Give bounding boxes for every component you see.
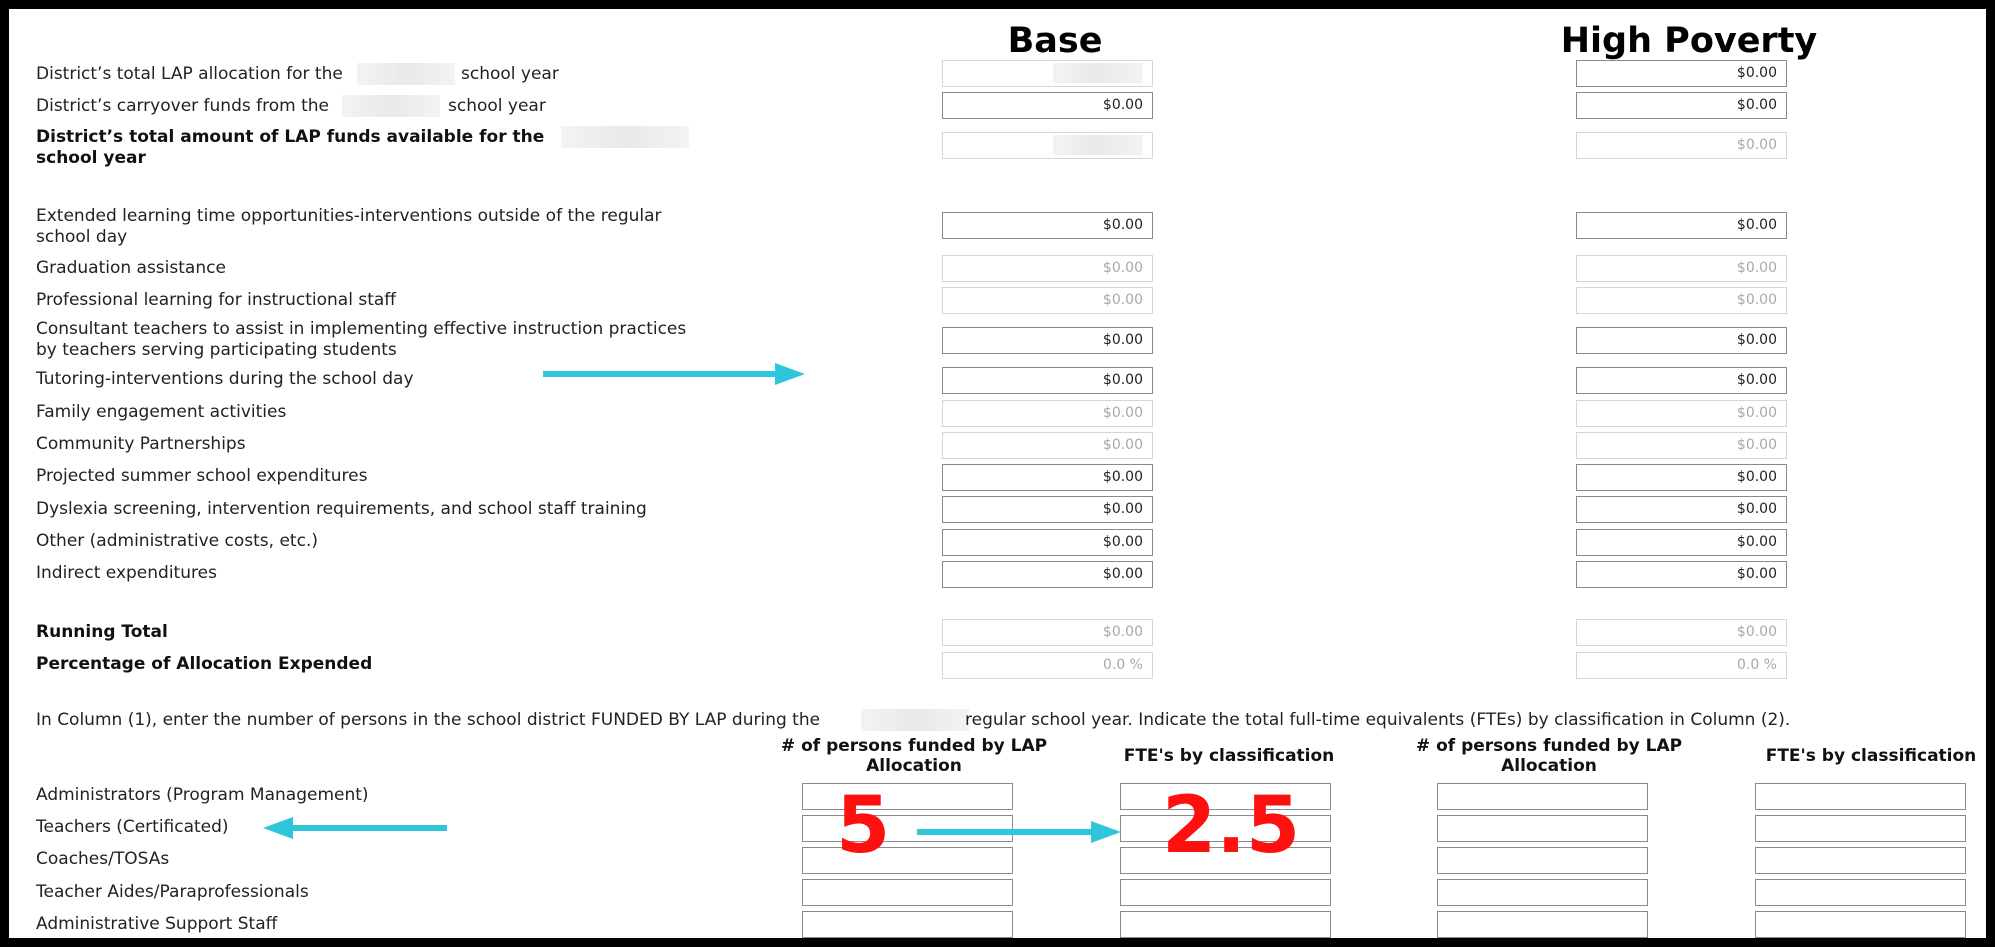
base-dyslexia-field[interactable]: $0.00 <box>942 496 1153 523</box>
hp-fte-input[interactable] <box>1755 815 1966 842</box>
redacted-base-amount <box>1053 135 1143 155</box>
hp-other-field[interactable]: $0.00 <box>1576 529 1787 556</box>
hp-dyslexia-field[interactable]: $0.00 <box>1576 496 1787 523</box>
expense-label: Family engagement activities <box>36 402 287 422</box>
redacted-year <box>861 709 969 731</box>
total-available-label-line2: school year <box>36 148 146 168</box>
total-available-label: District’s total amount of LAP funds ava… <box>36 127 545 147</box>
redacted-year <box>561 126 689 148</box>
expense-label: Consultant teachers to assist in impleme… <box>36 319 687 339</box>
hp-community-partnerships-field: $0.00 <box>1576 432 1787 459</box>
arrow-right-icon <box>775 363 805 385</box>
hp-fte-input[interactable] <box>1755 847 1966 874</box>
hp-tutoring-field[interactable]: $0.00 <box>1576 367 1787 394</box>
base-persons-header: # of persons funded by LAP Allocation <box>780 736 1048 776</box>
base-running-total-field: $0.00 <box>942 619 1153 646</box>
hp-fte-header: FTE's by classification <box>1765 746 1977 766</box>
total-allocation-label-suffix: school year <box>461 64 559 84</box>
expense-label: Community Partnerships <box>36 434 246 454</box>
base-family-engagement-field: $0.00 <box>942 400 1153 427</box>
expense-label: Other (administrative costs, etc.) <box>36 531 318 551</box>
expense-label-line2: school day <box>36 227 128 247</box>
persons-example-number: 5 <box>836 781 891 871</box>
redacted-base-amount <box>1053 63 1143 83</box>
arrow-shaft <box>917 829 1097 835</box>
expense-label-line2: by teachers serving participating studen… <box>36 340 397 360</box>
hp-fte-input[interactable] <box>1755 783 1966 810</box>
fte-row-label: Administrators (Program Management) <box>36 785 369 805</box>
redacted-year <box>342 95 440 117</box>
running-total-label: Running Total <box>36 622 168 642</box>
total-allocation-label: District’s total LAP allocation for the <box>36 64 343 84</box>
base-persons-input[interactable] <box>802 879 1013 906</box>
redacted-year <box>357 63 455 85</box>
base-professional-learning-field: $0.00 <box>942 287 1153 314</box>
hp-fte-input[interactable] <box>1755 879 1966 906</box>
base-fte-input[interactable] <box>1120 911 1331 938</box>
base-consultant-teachers-field[interactable]: $0.00 <box>942 327 1153 354</box>
hp-summer-school-field[interactable]: $0.00 <box>1576 464 1787 491</box>
hp-total-allocation-field[interactable]: $0.00 <box>1576 60 1787 87</box>
fte-instruction-text-suffix: regular school year. Indicate the total … <box>965 710 1791 730</box>
expense-label: Indirect expenditures <box>36 563 217 583</box>
percentage-expended-label: Percentage of Allocation Expended <box>36 654 373 674</box>
fte-example-number: 2.5 <box>1162 781 1301 871</box>
hp-running-total-field: $0.00 <box>1576 619 1787 646</box>
base-other-field[interactable]: $0.00 <box>942 529 1153 556</box>
hp-extended-learning-field[interactable]: $0.00 <box>1576 212 1787 239</box>
hp-consultant-teachers-field[interactable]: $0.00 <box>1576 327 1787 354</box>
screenshot-frame: Base High Poverty District’s total LAP a… <box>0 0 1995 947</box>
base-fte-header: FTE's by classification <box>1123 746 1335 766</box>
high-poverty-column-header: High Poverty <box>1560 21 1818 61</box>
arrow-right-icon <box>1091 821 1121 843</box>
expense-label: Projected summer school expenditures <box>36 466 368 486</box>
arrow-shaft <box>289 825 447 831</box>
hp-graduation-assistance-field: $0.00 <box>1576 255 1787 282</box>
hp-persons-input[interactable] <box>1437 815 1648 842</box>
base-persons-input[interactable] <box>802 847 1013 874</box>
hp-family-engagement-field: $0.00 <box>1576 400 1787 427</box>
base-fte-input[interactable] <box>1120 879 1331 906</box>
hp-fte-input[interactable] <box>1755 911 1966 938</box>
base-persons-input[interactable] <box>802 783 1013 810</box>
expense-label: Professional learning for instructional … <box>36 290 396 310</box>
base-graduation-assistance-field: $0.00 <box>942 255 1153 282</box>
hp-persons-input[interactable] <box>1437 879 1648 906</box>
expense-label: Extended learning time opportunities-int… <box>36 206 662 226</box>
expense-label: Dyslexia screening, intervention require… <box>36 499 647 519</box>
base-community-partnerships-field: $0.00 <box>942 432 1153 459</box>
arrow-shaft <box>543 371 781 377</box>
base-column-header: Base <box>1007 21 1103 61</box>
base-persons-input[interactable] <box>802 911 1013 938</box>
base-percentage-field: 0.0 % <box>942 652 1153 679</box>
hp-professional-learning-field: $0.00 <box>1576 287 1787 314</box>
carryover-label: District’s carryover funds from the <box>36 96 329 116</box>
base-tutoring-field[interactable]: $0.00 <box>942 367 1153 394</box>
hp-carryover-field[interactable]: $0.00 <box>1576 92 1787 119</box>
expense-label: Graduation assistance <box>36 258 226 278</box>
hp-indirect-field[interactable]: $0.00 <box>1576 561 1787 588</box>
base-extended-learning-field[interactable]: $0.00 <box>942 212 1153 239</box>
expense-label: Tutoring-interventions during the school… <box>36 369 414 389</box>
hp-persons-input[interactable] <box>1437 847 1648 874</box>
fte-row-label: Coaches/TOSAs <box>36 849 170 869</box>
hp-persons-input[interactable] <box>1437 783 1648 810</box>
hp-persons-input[interactable] <box>1437 911 1648 938</box>
fte-row-label: Administrative Support Staff <box>36 914 278 934</box>
carryover-label-suffix: school year <box>448 96 546 116</box>
base-carryover-field[interactable]: $0.00 <box>942 92 1153 119</box>
fte-row-label: Teachers (Certificated) <box>36 817 229 837</box>
fte-instruction-text: In Column (1), enter the number of perso… <box>36 710 821 730</box>
fte-row-label: Teacher Aides/Paraprofessionals <box>36 882 309 902</box>
hp-percentage-field: 0.0 % <box>1576 652 1787 679</box>
base-summer-school-field[interactable]: $0.00 <box>942 464 1153 491</box>
hp-total-available-field: $0.00 <box>1576 132 1787 159</box>
hp-persons-header: # of persons funded by LAP Allocation <box>1415 736 1683 776</box>
base-indirect-field[interactable]: $0.00 <box>942 561 1153 588</box>
